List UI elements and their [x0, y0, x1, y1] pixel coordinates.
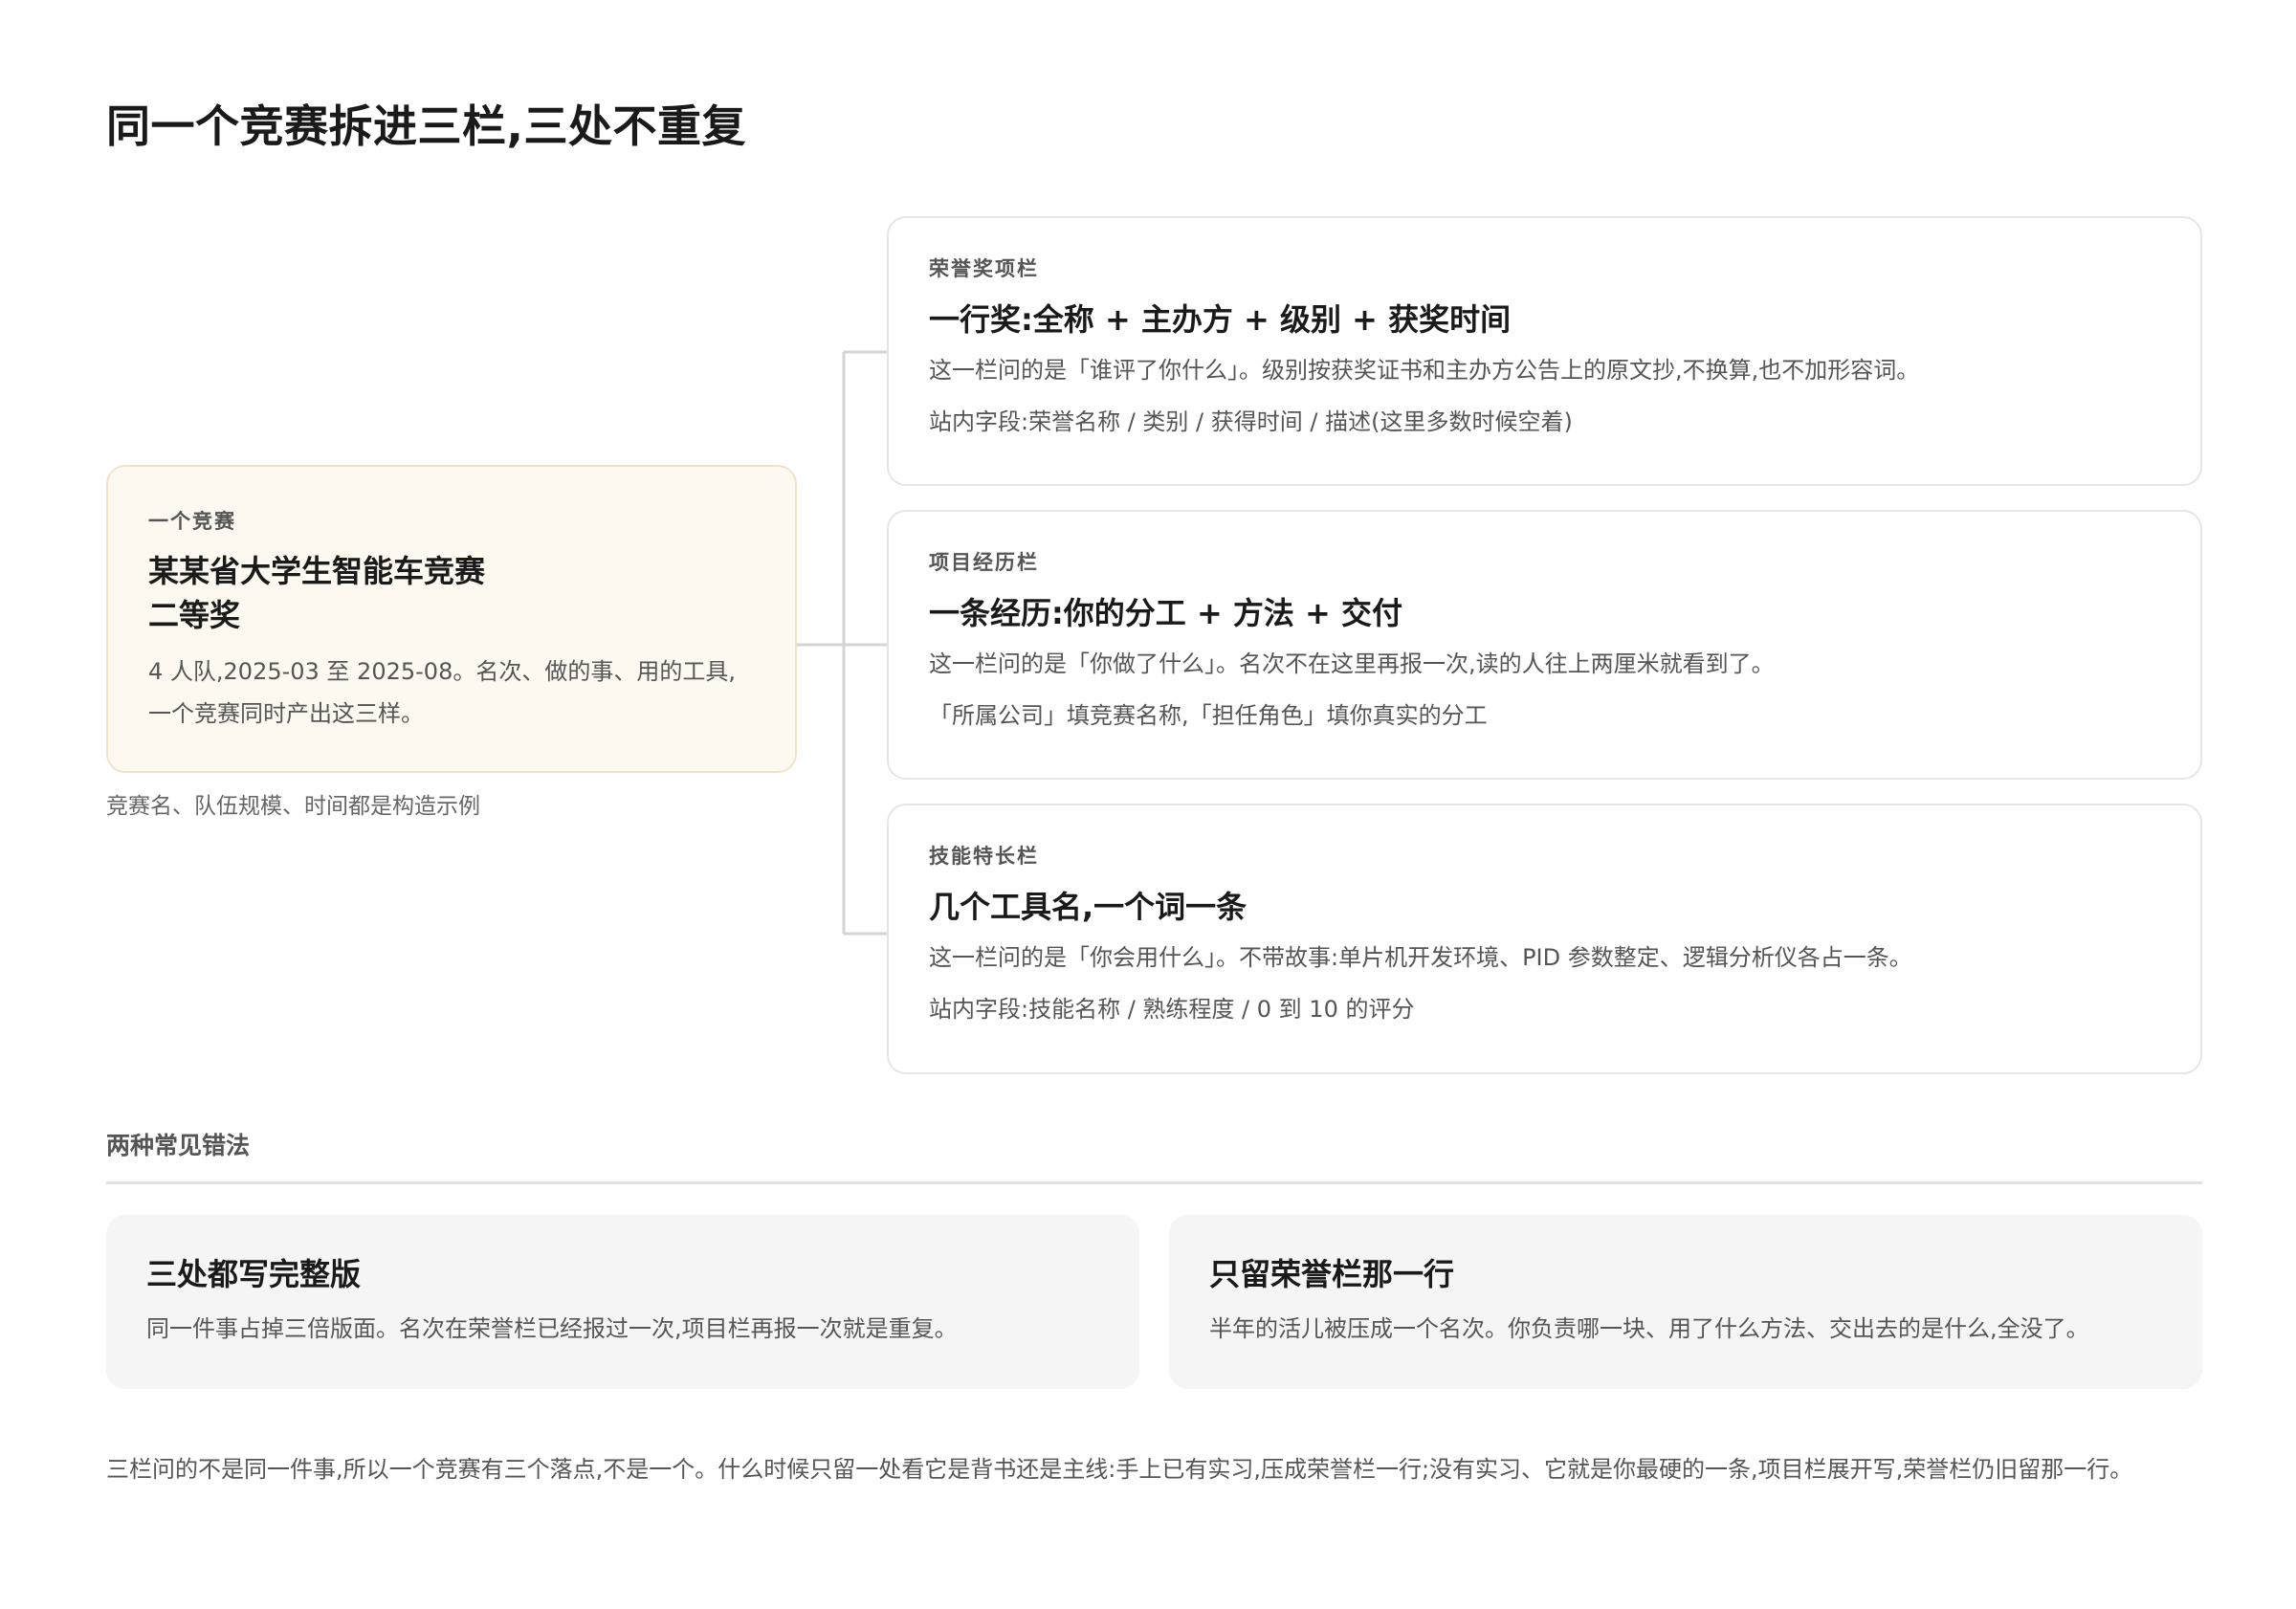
mistake-description: 同一件事占掉三倍版面。名次在荣誉栏已经报过一次,项目栏再报一次就是重复。 [146, 1315, 958, 1342]
project-title: 一条经历:你的分工 + 方法 + 交付 [929, 595, 1402, 631]
page-title: 同一个竞赛拆进三栏,三处不重复 [106, 100, 746, 152]
project-column-card: 项目经历栏 一条经历:你的分工 + 方法 + 交付 这一栏问的是「你做了什么」。… [887, 510, 2202, 780]
skill-eyebrow: 技能特长栏 [929, 845, 1039, 868]
skill-column-card: 技能特长栏 几个工具名,一个词一条 这一栏问的是「你会用什么」。不带故事:单片机… [887, 804, 2202, 1074]
mistake-card-full-everywhere: 三处都写完整版 同一件事占掉三倍版面。名次在荣誉栏已经报过一次,项目栏再报一次就… [106, 1215, 1139, 1389]
skill-fields: 站内字段:技能名称 / 熟练程度 / 0 到 10 的评分 [929, 996, 1415, 1023]
mistake-description: 半年的活儿被压成一个名次。你负责哪一块、用了什么方法、交出去的是什么,全没了。 [1209, 1315, 2089, 1342]
project-eyebrow: 项目经历栏 [929, 551, 1039, 574]
mistake-card-honor-only: 只留荣誉栏那一行 半年的活儿被压成一个名次。你负责哪一块、用了什么方法、交出去的… [1169, 1215, 2202, 1389]
summary-paragraph: 三栏问的不是同一件事,所以一个竞赛有三个落点,不是一个。什么时候只留一处看它是背… [106, 1456, 2133, 1483]
source-title-line2: 二等奖 [148, 597, 241, 633]
mistakes-section-label: 两种常见错法 [106, 1132, 251, 1159]
source-footnote: 竞赛名、队伍规模、时间都是构造示例 [106, 794, 480, 819]
project-description: 这一栏问的是「你做了什么」。名次不在这里再报一次,读的人往上两厘米就看到了。 [929, 650, 1775, 677]
source-title-line1: 某某省大学生智能车竞赛 [148, 553, 486, 589]
source-eyebrow: 一个竞赛 [148, 510, 236, 533]
section-divider [106, 1181, 2202, 1184]
skill-title: 几个工具名,一个词一条 [929, 889, 1247, 925]
honor-fields: 站内字段:荣誉名称 / 类别 / 获得时间 / 描述(这里多数时候空着) [929, 408, 1573, 435]
project-fields: 「所属公司」填竞赛名称,「担任角色」填你真实的分工 [929, 702, 1488, 729]
mistake-title: 只留荣誉栏那一行 [1209, 1256, 1455, 1292]
source-description: 4 人队,2025-03 至 2025-08。名次、做的事、用的工具,一个竞赛同… [148, 658, 736, 727]
honor-column-card: 荣誉奖项栏 一行奖:全称 + 主办方 + 级别 + 获奖时间 这一栏问的是「谁评… [887, 216, 2202, 486]
honor-title: 一行奖:全称 + 主办方 + 级别 + 获奖时间 [929, 301, 1512, 338]
skill-description: 这一栏问的是「你会用什么」。不带故事:单片机开发环境、PID 参数整定、逻辑分析… [929, 944, 1912, 971]
source-title: 某某省大学生智能车竞赛 二等奖 [148, 549, 755, 637]
honor-eyebrow: 荣誉奖项栏 [929, 257, 1039, 280]
source-competition-card: 一个竞赛 某某省大学生智能车竞赛 二等奖 4 人队,2025-03 至 2025… [106, 465, 797, 773]
honor-description: 这一栏问的是「谁评了你什么」。级别按获奖证书和主办方公告上的原文抄,不换算,也不… [929, 357, 1920, 384]
mistake-title: 三处都写完整版 [146, 1256, 362, 1292]
